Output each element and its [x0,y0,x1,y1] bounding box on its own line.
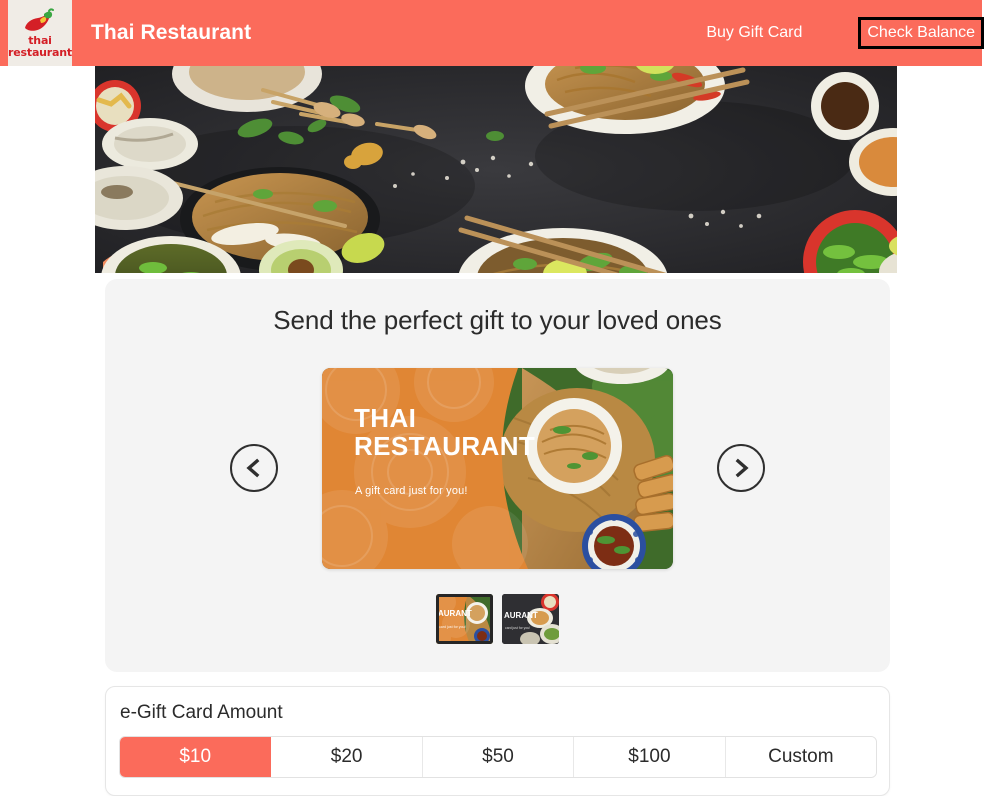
carousel-next-button[interactable] [717,444,765,492]
gift-card-thumbnail-orange[interactable]: AURANT card just for you! [436,594,493,644]
amount-option-50[interactable]: $50 [422,737,575,777]
brand-logo-line1: thai [28,33,52,47]
amount-option-custom[interactable]: Custom [725,737,876,777]
svg-text:card just for you!: card just for you! [505,626,530,630]
amount-option-10[interactable]: $10 [120,737,272,777]
gift-card-carousel: THAI RESTAURANT A gift card just for you… [105,365,890,571]
gift-card-title-line2: RESTAURANT [354,430,536,461]
gift-card-preview-panel: Send the perfect gift to your loved ones [105,279,890,672]
carousel-prev-button[interactable] [230,444,278,492]
header-nav: Buy Gift Card Check Balance [704,17,984,49]
nav-check-balance[interactable]: Check Balance [858,17,984,49]
brand-logo[interactable]: thai restaurant [6,0,74,66]
chevron-right-icon [730,457,752,479]
brand-name: Thai Restaurant [91,21,252,44]
preview-heading: Send the perfect gift to your loved ones [273,305,722,335]
amount-option-100[interactable]: $100 [574,737,726,777]
gift-card-preview-image[interactable]: THAI RESTAURANT A gift card just for you… [322,367,673,569]
brand-logo-line2: restaurant [8,45,72,59]
amount-option-group: $10 $20 $50 $100 Custom [119,736,877,778]
nav-buy-gift-card[interactable]: Buy Gift Card [704,20,804,46]
amount-option-20[interactable]: $20 [271,737,423,777]
hero-banner-image [95,66,897,273]
gift-card-subtitle: A gift card just for you! [355,484,468,497]
svg-text:AURANT: AURANT [504,611,538,620]
chevron-left-icon [243,457,265,479]
svg-text:AURANT: AURANT [438,609,472,618]
gift-card-amount-panel: e-Gift Card Amount $10 $20 $50 $100 Cust… [105,686,890,796]
chili-pepper-icon [20,8,60,34]
amount-section-title: e-Gift Card Amount [120,702,283,723]
gift-card-thumbnail-list: AURANT card just for you! AURANT card ju… [105,594,890,644]
svg-text:card just for you!: card just for you! [439,625,466,629]
site-header: thai restaurant Thai Restaurant Buy Gift… [0,0,984,66]
gift-card-title-line1: THAI [354,402,417,433]
gift-card-thumbnail-dark[interactable]: AURANT card just for you! [502,594,559,644]
